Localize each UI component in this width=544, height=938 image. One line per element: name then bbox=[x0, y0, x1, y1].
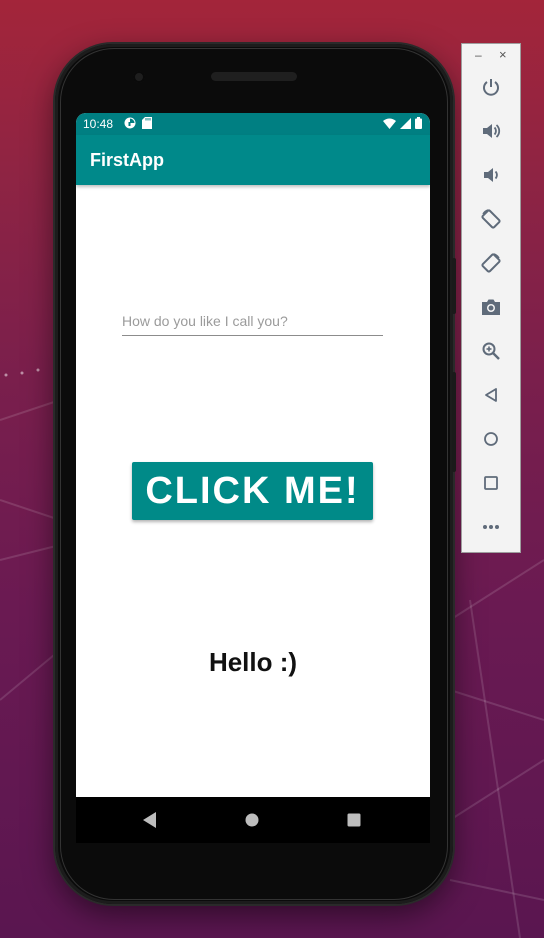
more-button[interactable] bbox=[476, 512, 506, 542]
cell-signal-icon bbox=[400, 117, 411, 129]
battery-icon bbox=[415, 117, 422, 129]
greeting-text: Hello :) bbox=[208, 647, 298, 677]
app-bar: FirstApp bbox=[76, 135, 430, 185]
overview-icon bbox=[484, 476, 498, 490]
volume-down-icon bbox=[484, 168, 498, 182]
earpiece-speaker bbox=[211, 72, 297, 81]
status-bar: 10:48 bbox=[76, 113, 430, 135]
nav-back-button[interactable] bbox=[140, 810, 160, 830]
side-power-button bbox=[452, 258, 456, 314]
back-icon bbox=[143, 812, 156, 828]
rotate-left-button[interactable] bbox=[476, 204, 506, 234]
nav-recents-button[interactable] bbox=[344, 810, 364, 830]
app-notification-icon bbox=[124, 117, 136, 129]
back-button[interactable] bbox=[476, 380, 506, 410]
status-time: 10:48 bbox=[83, 117, 114, 131]
rotate-left-icon bbox=[481, 209, 501, 229]
rotate-right-icon bbox=[481, 253, 501, 273]
zoom-button[interactable] bbox=[476, 336, 506, 366]
power-icon bbox=[483, 79, 499, 96]
volume-up-button[interactable] bbox=[476, 116, 506, 146]
toolbar-close-button[interactable]: × bbox=[499, 47, 507, 62]
app-title: FirstApp bbox=[90, 150, 164, 170]
home-icon bbox=[245, 813, 259, 827]
overview-button[interactable] bbox=[476, 468, 506, 498]
nav-home-button[interactable] bbox=[242, 810, 262, 830]
volume-up-icon bbox=[483, 124, 501, 138]
home-icon bbox=[484, 432, 498, 446]
recents-icon bbox=[347, 813, 361, 827]
power-button[interactable] bbox=[476, 72, 506, 102]
camera-icon bbox=[482, 299, 500, 315]
sd-card-icon bbox=[142, 117, 152, 129]
navigation-bar bbox=[76, 797, 430, 843]
device-screen: 10:48 FirstApp How do you like I call yo… bbox=[76, 113, 430, 797]
emulator-toolbar: – × bbox=[461, 43, 521, 553]
back-icon bbox=[485, 388, 497, 402]
side-volume-button bbox=[452, 372, 456, 472]
front-camera bbox=[133, 71, 145, 83]
click-me-button[interactable]: CLICK ME! bbox=[132, 462, 373, 520]
more-icon bbox=[483, 525, 499, 529]
screenshot-button[interactable] bbox=[476, 292, 506, 322]
rotate-right-button[interactable] bbox=[476, 248, 506, 278]
volume-down-button[interactable] bbox=[476, 160, 506, 190]
wifi-icon bbox=[383, 118, 396, 129]
toolbar-minimize-button[interactable]: – bbox=[475, 48, 482, 62]
zoom-icon bbox=[482, 342, 500, 360]
name-input[interactable] bbox=[122, 310, 383, 336]
home-button[interactable] bbox=[476, 424, 506, 454]
